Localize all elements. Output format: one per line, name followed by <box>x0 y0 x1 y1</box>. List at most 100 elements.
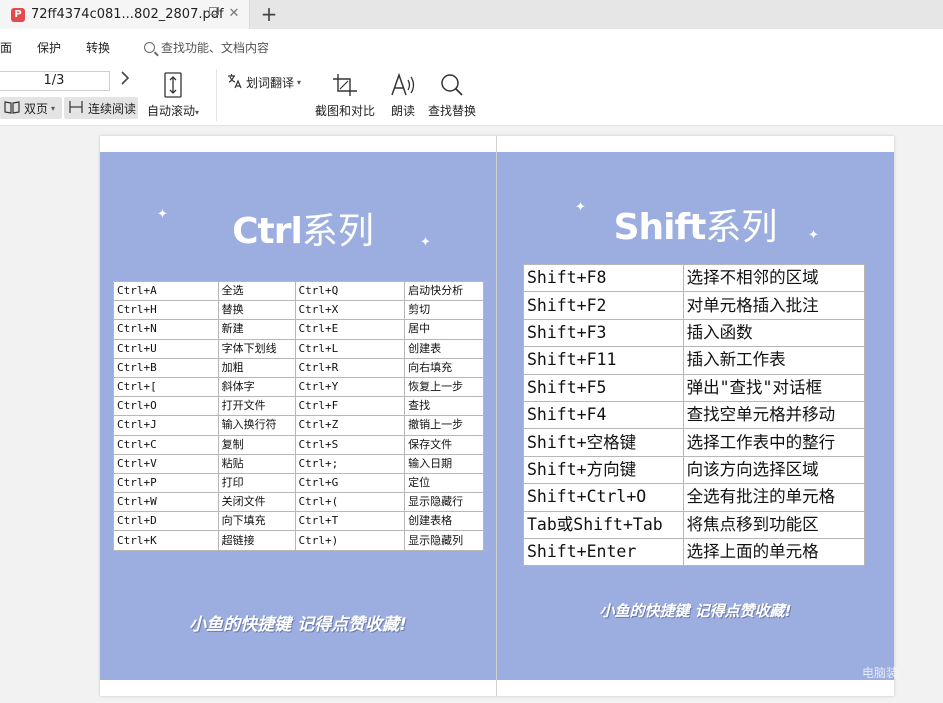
shortcut-action-cell: 替换 <box>217 300 296 321</box>
shortcut-key-cell: Ctrl+G <box>294 472 406 494</box>
feature-search[interactable]: 查找功能、文档内容 <box>144 39 269 56</box>
shortcut-key-cell: Ctrl+T <box>294 511 406 532</box>
dual-page-button[interactable]: 双页 ▾ <box>0 97 62 119</box>
shortcut-key-cell: Ctrl+V <box>113 453 219 474</box>
shortcut-action-cell: 插入函数 <box>682 318 866 348</box>
shortcut-key-cell: Shift+空格键 <box>523 428 684 457</box>
search-placeholder: 查找功能、文档内容 <box>161 41 270 55</box>
close-tab-icon[interactable]: ✕ <box>226 6 242 22</box>
menu-bar: 面 保护 转换 查找功能、文档内容 <box>0 29 943 65</box>
shortcut-action-cell: 对单元格插入批注 <box>682 291 866 320</box>
translate-icon <box>226 73 242 92</box>
heading-cjk: 系列 <box>301 211 374 252</box>
shortcut-key-cell: Shift+F8 <box>523 263 684 293</box>
pin-window-icon[interactable] <box>206 6 222 22</box>
shortcut-action-cell: 显示隐藏列 <box>404 530 484 551</box>
shift-shortcuts-page: ✦ ✦ Shift系列 Shift+F8 选择不相邻的区域 Shift+F2 对单元格… <box>497 152 894 680</box>
shortcut-key-cell: Ctrl+U <box>113 338 219 359</box>
shortcut-action-cell: 居中 <box>404 319 484 340</box>
shift-heading: Shift系列 <box>497 198 894 250</box>
shortcut-action-cell: 输入换行符 <box>217 415 296 436</box>
read-aloud-button[interactable]: 朗读 <box>390 71 416 119</box>
continuous-read-button[interactable]: 连续阅读 <box>64 97 138 119</box>
shortcut-action-cell: 向下填充 <box>217 511 296 532</box>
shortcut-action-cell: 选择工作表中的整行 <box>682 428 866 457</box>
shortcut-action-cell: 查找空单元格并移动 <box>682 400 866 430</box>
auto-scroll-button[interactable]: 自动滚动▾ <box>147 71 199 119</box>
shortcut-action-cell: 保存文件 <box>404 434 484 455</box>
shortcut-action-cell: 显示隐藏行 <box>404 492 484 513</box>
chevron-down-icon: ▾ <box>51 103 56 113</box>
shortcut-key-cell: Ctrl+H <box>113 300 219 321</box>
screenshot-compare-button[interactable]: 截图和对比 <box>315 71 375 119</box>
shortcut-key-cell: Ctrl+D <box>113 511 219 532</box>
page-number-input[interactable]: 1/3 <box>0 71 110 91</box>
table-row: Shift+Enter 选择上面的单元格 <box>523 537 866 567</box>
shortcut-action-cell: 关闭文件 <box>217 492 296 513</box>
shortcut-action-cell: 粘贴 <box>217 453 296 474</box>
read-aloud-label: 朗读 <box>390 104 415 118</box>
footer-note: 小鱼的快捷键 记得点赞收藏! <box>599 602 792 620</box>
shortcut-key-cell: Shift+Ctrl+O <box>523 483 684 512</box>
new-tab-icon[interactable]: + <box>258 3 280 25</box>
shortcut-action-cell: 定位 <box>404 472 484 494</box>
shortcut-key-cell: Shift+F3 <box>523 318 684 348</box>
shortcut-key-cell: Shift+Enter <box>523 537 684 567</box>
table-row: Tab或Shift+Tab 将焦点移到功能区 <box>523 510 866 539</box>
shortcut-action-cell: 全选有批注的单元格 <box>682 483 866 512</box>
shortcut-action-cell: 向该方向选择区域 <box>682 455 866 485</box>
shortcut-action-cell: 恢复上一步 <box>404 376 484 398</box>
shortcut-key-cell: Ctrl+[ <box>113 376 219 398</box>
shortcut-action-cell: 输入日期 <box>404 453 484 474</box>
heading-latin: Shift <box>613 207 707 248</box>
heading-cjk: 系列 <box>705 207 778 248</box>
auto-scroll-label: 自动滚动 <box>147 104 196 118</box>
shortcut-action-cell: 全选 <box>217 280 296 302</box>
table-row: Ctrl+[斜体字 Ctrl+Y 恢复上一步 <box>113 376 484 398</box>
table-row: Shift+F3 插入函数 <box>523 318 866 348</box>
shortcut-action-cell: 复制 <box>217 434 296 455</box>
table-row: Ctrl+J 输入换行符 Ctrl+Z 撤销上一步 <box>113 415 484 436</box>
shortcut-action-cell: 查找 <box>404 396 484 417</box>
translate-button[interactable]: 划词翻译 ▾ <box>226 73 301 92</box>
next-page-icon[interactable] <box>120 70 130 89</box>
table-row: Shift+F11 插入新工作表 <box>523 346 866 375</box>
table-row: Ctrl+B 加粗 Ctrl+R 向右填充 <box>113 357 484 378</box>
shortcut-action-cell: 打印 <box>217 472 296 494</box>
shortcut-action-cell: 超链接 <box>217 530 296 551</box>
menu-item-protect[interactable]: 保护 <box>37 39 61 56</box>
shortcut-key-cell: Ctrl+C <box>113 434 219 455</box>
shortcut-key-cell: Ctrl+F <box>294 396 406 417</box>
shortcut-key-cell: Shift+方向键 <box>523 455 684 485</box>
heading-latin: Ctrl <box>232 211 303 252</box>
shortcut-action-cell: 插入新工作表 <box>682 346 866 375</box>
document-tab[interactable]: P 72ff4374c081...802_2807.pdf ✕ <box>0 0 250 29</box>
table-row: Ctrl+W 关闭文件 Ctrl+(显示隐藏行 <box>113 492 484 513</box>
continuous-scroll-icon <box>68 100 84 117</box>
shortcut-key-cell: Ctrl+J <box>113 415 219 436</box>
screenshot-compare-label: 截图和对比 <box>315 104 376 118</box>
shortcut-action-cell: 将焦点移到功能区 <box>682 510 866 539</box>
table-row: Ctrl+N 新建 Ctrl+E 居中 <box>113 319 484 340</box>
shortcut-action-cell: 创建表格 <box>404 511 484 532</box>
toolbar-separator <box>216 69 217 121</box>
shortcut-action-cell: 字体下划线 <box>217 338 296 359</box>
shortcut-action-cell: 创建表 <box>404 338 484 359</box>
shortcut-key-cell: Shift+F5 <box>523 373 684 402</box>
menu-item-convert[interactable]: 转换 <box>86 39 110 56</box>
shortcut-action-cell: 加粗 <box>217 357 296 378</box>
search-icon <box>144 42 155 53</box>
table-row: Shift+F4 查找空单元格并移动 <box>523 400 866 430</box>
watermark: 电脑装 <box>862 666 899 680</box>
menu-item-page[interactable]: 面 <box>0 39 12 56</box>
shortcut-key-cell: Ctrl+) <box>294 530 406 551</box>
ctrl-heading: Ctrl系列 <box>100 202 496 254</box>
table-row: Ctrl+K 超链接 Ctrl+) 显示隐藏列 <box>113 530 484 551</box>
find-replace-button[interactable]: 查找替换 <box>428 71 476 119</box>
chevron-down-icon: ▾ <box>195 108 200 117</box>
shortcut-action-cell: 选择上面的单元格 <box>682 537 866 567</box>
auto-scroll-icon <box>162 71 184 99</box>
document-view[interactable]: ✦ ✦ Ctrl系列 Ctrl+A 全选 Ctrl+Q 启动快分析 Ctrl+H 替换 Ct… <box>100 136 894 696</box>
shortcut-key-cell: Ctrl+Z <box>294 415 406 436</box>
shortcut-key-cell: Ctrl+Y <box>294 376 406 398</box>
